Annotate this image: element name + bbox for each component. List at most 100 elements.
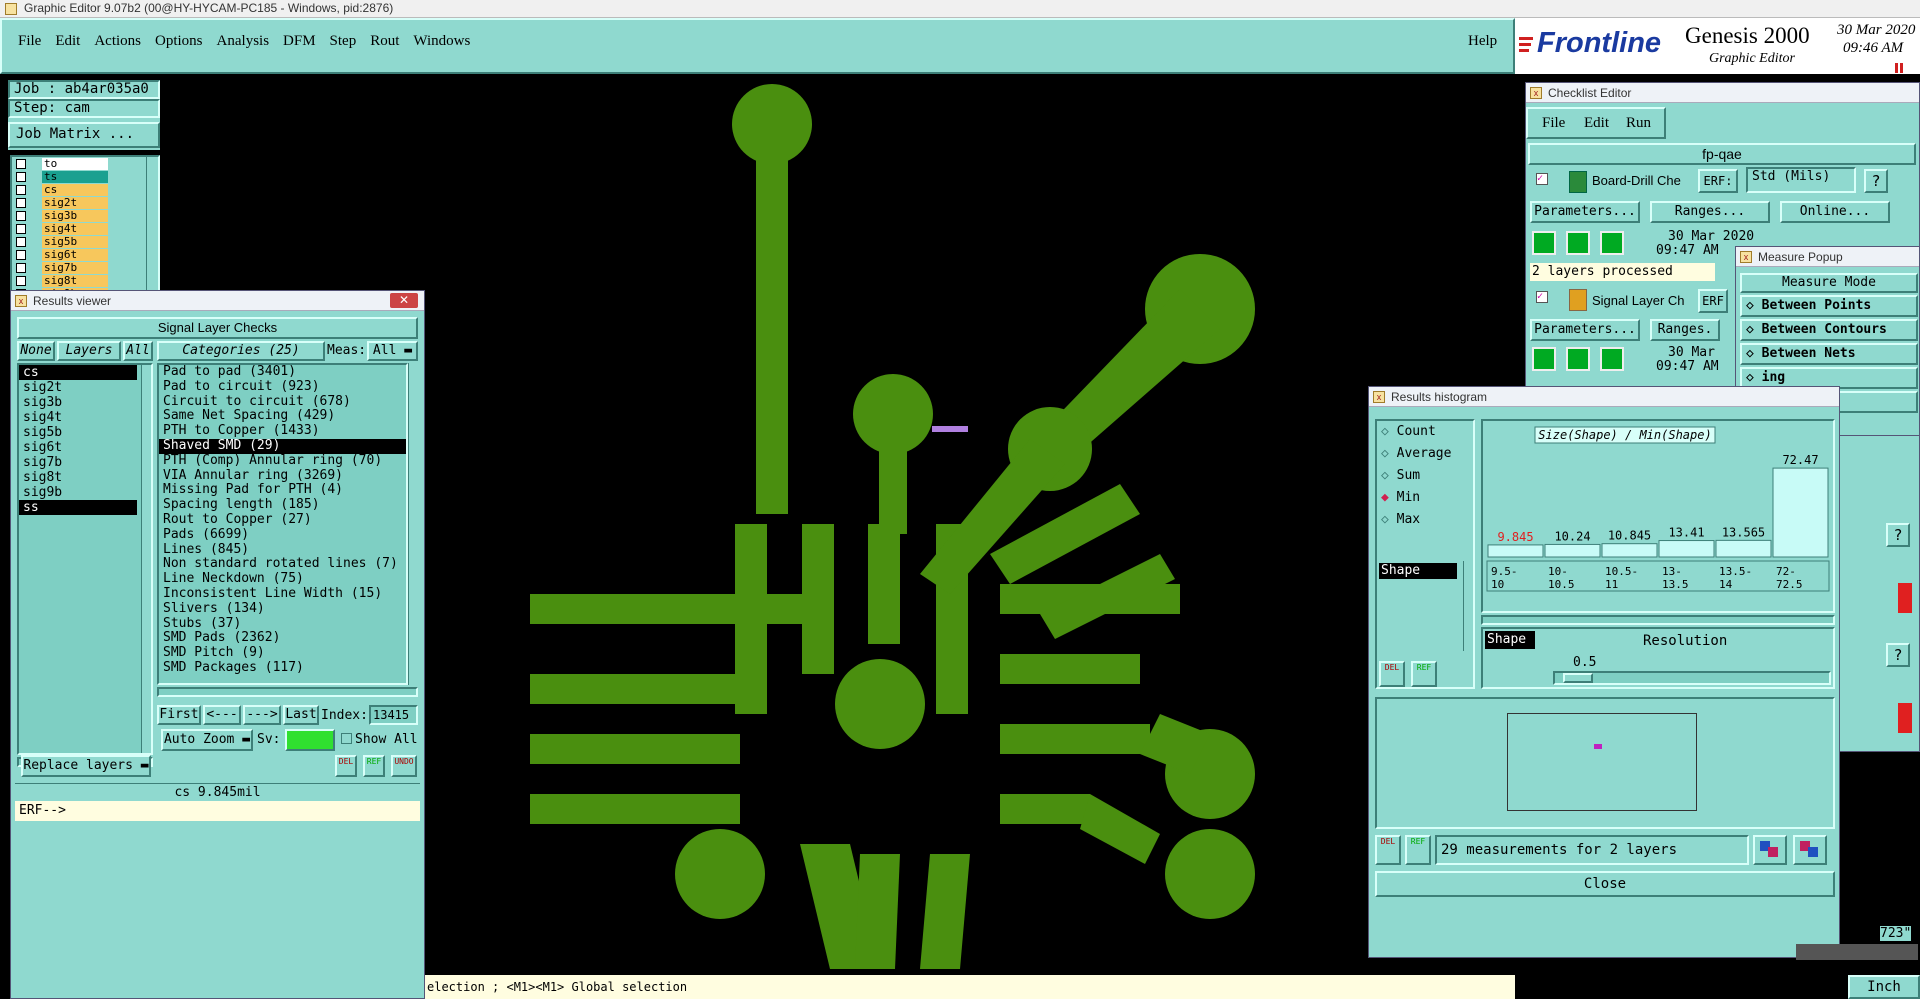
resolution-slider-thumb[interactable] — [1563, 673, 1593, 683]
shape-selection[interactable]: Shape — [1379, 563, 1457, 579]
layer-checkbox[interactable] — [16, 184, 26, 195]
layers-button[interactable]: Layers — [57, 341, 121, 361]
menu-edit[interactable]: Edit — [55, 33, 80, 55]
run-icon[interactable] — [1566, 231, 1590, 255]
categories-list[interactable]: Pad to pad (3401) Pad to circuit (923) Cir… — [157, 363, 408, 685]
erf-button[interactable]: ERF: — [1698, 169, 1738, 193]
job-matrix-button[interactable]: Job Matrix ... — [8, 122, 160, 148]
category-item[interactable]: Line Neckdown (75) — [159, 571, 406, 587]
erf-prompt[interactable]: ERF--> — [15, 801, 420, 821]
histogram-close-button[interactable]: Close — [1375, 871, 1835, 897]
help-icon[interactable]: ? — [1886, 643, 1910, 667]
menu-rout[interactable]: Rout — [370, 33, 399, 55]
zoom-layers-icon[interactable] — [1793, 835, 1827, 865]
help-icon[interactable]: ? — [1864, 169, 1888, 193]
resolution-slider[interactable] — [1553, 671, 1831, 685]
signal-layer-label[interactable]: Signal Layer Ch — [1592, 293, 1685, 308]
histogram-mode-option[interactable]: ◇ Average — [1377, 443, 1473, 465]
category-item[interactable]: Pads (6699) — [159, 527, 406, 543]
result-layer-item[interactable]: sig5b — [19, 425, 137, 440]
ranges-button-2[interactable]: Ranges. — [1650, 319, 1720, 341]
histogram-mode-option[interactable]: ◇ Count — [1377, 421, 1473, 443]
measure-option[interactable]: ◇ Between Nets — [1740, 343, 1918, 365]
measure-option[interactable]: ◇ Between Contours — [1740, 319, 1918, 341]
del-button[interactable]: DEL — [1375, 835, 1401, 865]
category-item[interactable]: SMD Pitch (9) — [159, 645, 406, 661]
last-button[interactable]: Last — [283, 705, 319, 725]
ref-button[interactable]: REF — [1405, 835, 1431, 865]
layer-row[interactable]: cs — [12, 183, 158, 196]
histogram-mode-option[interactable]: ◆ Min — [1377, 487, 1473, 509]
layer-checkbox[interactable] — [16, 236, 26, 247]
layer-row[interactable]: sig2t — [12, 196, 158, 209]
menu-options[interactable]: Options — [155, 33, 203, 55]
results-layer-list[interactable]: cs sig2t sig3b sig4t sig5b sig6t sig7b sig8t sig… — [17, 363, 153, 755]
category-item[interactable]: SMD Packages (117) — [159, 660, 406, 676]
run-icon[interactable] — [1600, 347, 1624, 371]
run-icon[interactable] — [1566, 347, 1590, 371]
layer-row[interactable]: sig5b — [12, 235, 158, 248]
result-layer-item[interactable]: sig9b — [19, 485, 137, 500]
menu-windows[interactable]: Windows — [413, 33, 470, 55]
layer-row[interactable]: sig4t — [12, 222, 158, 235]
checklist-titlebar[interactable]: x Checklist Editor — [1526, 83, 1919, 103]
category-item[interactable]: Stubs (37) — [159, 616, 406, 632]
radio-icon[interactable]: ◇ — [1381, 424, 1397, 439]
help-icon[interactable]: ? — [1886, 523, 1910, 547]
del-button[interactable]: DEL — [335, 755, 357, 777]
radio-icon[interactable]: ◇ — [1381, 512, 1397, 527]
layer-checkbox[interactable] — [16, 158, 26, 169]
layer-row[interactable]: ts — [12, 170, 158, 183]
layer-list-vscroll[interactable] — [141, 365, 151, 753]
histogram-bar[interactable] — [1772, 467, 1829, 558]
category-item[interactable]: Slivers (134) — [159, 601, 406, 617]
checklist-menu-run[interactable]: Run — [1626, 115, 1651, 132]
category-item[interactable]: Pad to circuit (923) — [159, 379, 406, 395]
replace-layers-dropdown[interactable]: Replace layers ▬ — [21, 755, 151, 777]
pause-icon[interactable] — [1895, 62, 1905, 73]
run-icon[interactable] — [1532, 231, 1556, 255]
categories-hscroll[interactable] — [157, 687, 418, 697]
layer-checkbox[interactable] — [16, 223, 26, 234]
layer-checkbox[interactable] — [16, 197, 26, 208]
checklist-menu-edit[interactable]: Edit — [1584, 115, 1609, 132]
next-button[interactable]: ---> — [243, 705, 281, 725]
prev-button[interactable]: <--- — [203, 705, 241, 725]
menu-analysis[interactable]: Analysis — [217, 33, 270, 55]
category-item[interactable]: Spacing length (185) — [159, 497, 406, 513]
zoom-layers-icon[interactable] — [1753, 835, 1787, 865]
result-layer-item[interactable]: sig3b — [19, 395, 137, 410]
histogram-bar[interactable] — [1715, 539, 1772, 558]
histogram-titlebar[interactable]: x Results histogram — [1369, 387, 1839, 407]
histogram-bar[interactable] — [1544, 543, 1601, 558]
category-item[interactable]: PTH to Copper (1433) — [159, 423, 406, 439]
index-field[interactable]: 13415 — [369, 705, 418, 725]
layer-row[interactable]: sig6t — [12, 248, 158, 261]
menu-step[interactable]: Step — [330, 33, 357, 55]
histogram-bar[interactable] — [1487, 544, 1544, 558]
radio-icon[interactable]: ◇ — [1381, 468, 1397, 483]
category-item[interactable]: Shaved SMD (29) — [159, 438, 406, 454]
category-item[interactable]: PTH (Comp) Annular ring (70) — [159, 453, 406, 469]
layer-row[interactable]: sig7b — [12, 261, 158, 274]
layer-checkbox[interactable] — [16, 210, 26, 221]
erf-button-2[interactable]: ERF — [1698, 289, 1728, 313]
menu-file[interactable]: File — [18, 33, 41, 55]
layer-checkbox[interactable] — [16, 275, 26, 286]
layer-row[interactable]: sig3b — [12, 209, 158, 222]
result-layer-item[interactable]: sig6t — [19, 440, 137, 455]
category-item[interactable]: Circuit to circuit (678) — [159, 394, 406, 410]
radio-selected-icon[interactable]: ◆ — [1381, 490, 1397, 505]
histogram-bar[interactable] — [1601, 543, 1658, 558]
ranges-button-1[interactable]: Ranges... — [1650, 201, 1770, 223]
category-item[interactable]: Inconsistent Line Width (15) — [159, 586, 406, 602]
shape-tab[interactable]: Shape — [1485, 631, 1535, 649]
checklist-menu-file[interactable]: File — [1542, 115, 1565, 132]
language-tray[interactable] — [1796, 944, 1918, 960]
category-item[interactable]: VIA Annular ring (3269) — [159, 468, 406, 484]
histogram-mode-option[interactable]: ◇ Max — [1377, 509, 1473, 531]
categories-button[interactable]: Categories (25) — [157, 341, 325, 361]
erf-value-field[interactable]: Std (Mils) — [1746, 167, 1856, 193]
units-indicator[interactable]: Inch — [1848, 975, 1920, 999]
result-layer-item[interactable]: ss — [19, 500, 137, 515]
